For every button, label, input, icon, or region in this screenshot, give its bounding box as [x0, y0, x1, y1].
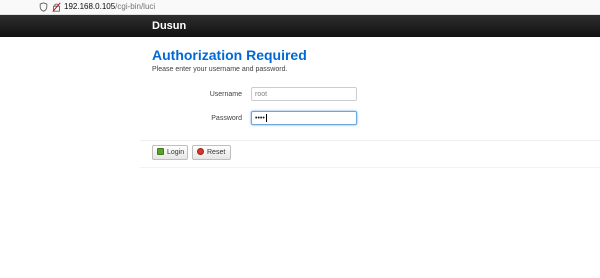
reset-button-label: Reset	[207, 149, 226, 156]
text-cursor	[265, 114, 267, 123]
footer-divider	[140, 167, 600, 168]
url-host: 192.168.0.105	[64, 2, 116, 11]
password-field[interactable]: ••••	[251, 111, 357, 125]
page-subtitle: Please enter your username and password.	[152, 66, 288, 73]
top-header-bar: Dusun	[0, 15, 600, 37]
url-path: /cgi-bin/luci	[115, 2, 156, 11]
username-field[interactable]: root	[251, 87, 357, 101]
password-label: Password	[211, 115, 242, 122]
login-button-label: Login	[167, 149, 185, 156]
username-label: Username	[209, 91, 242, 98]
insecure-lock-icon[interactable]	[52, 2, 61, 12]
reset-icon	[197, 148, 204, 155]
shield-icon[interactable]	[39, 2, 48, 12]
login-icon	[157, 148, 164, 155]
brand-link[interactable]: Dusun	[152, 19, 186, 33]
reset-button[interactable]: Reset	[192, 145, 231, 160]
login-button[interactable]: Login	[152, 145, 188, 160]
password-masked-value: ••••	[255, 115, 265, 122]
url-text[interactable]: 192.168.0.105/cgi-bin/luci	[64, 1, 155, 12]
form-divider	[140, 140, 600, 141]
browser-address-bar[interactable]: 192.168.0.105/cgi-bin/luci	[0, 0, 600, 15]
page-title: Authorization Required	[152, 47, 307, 63]
